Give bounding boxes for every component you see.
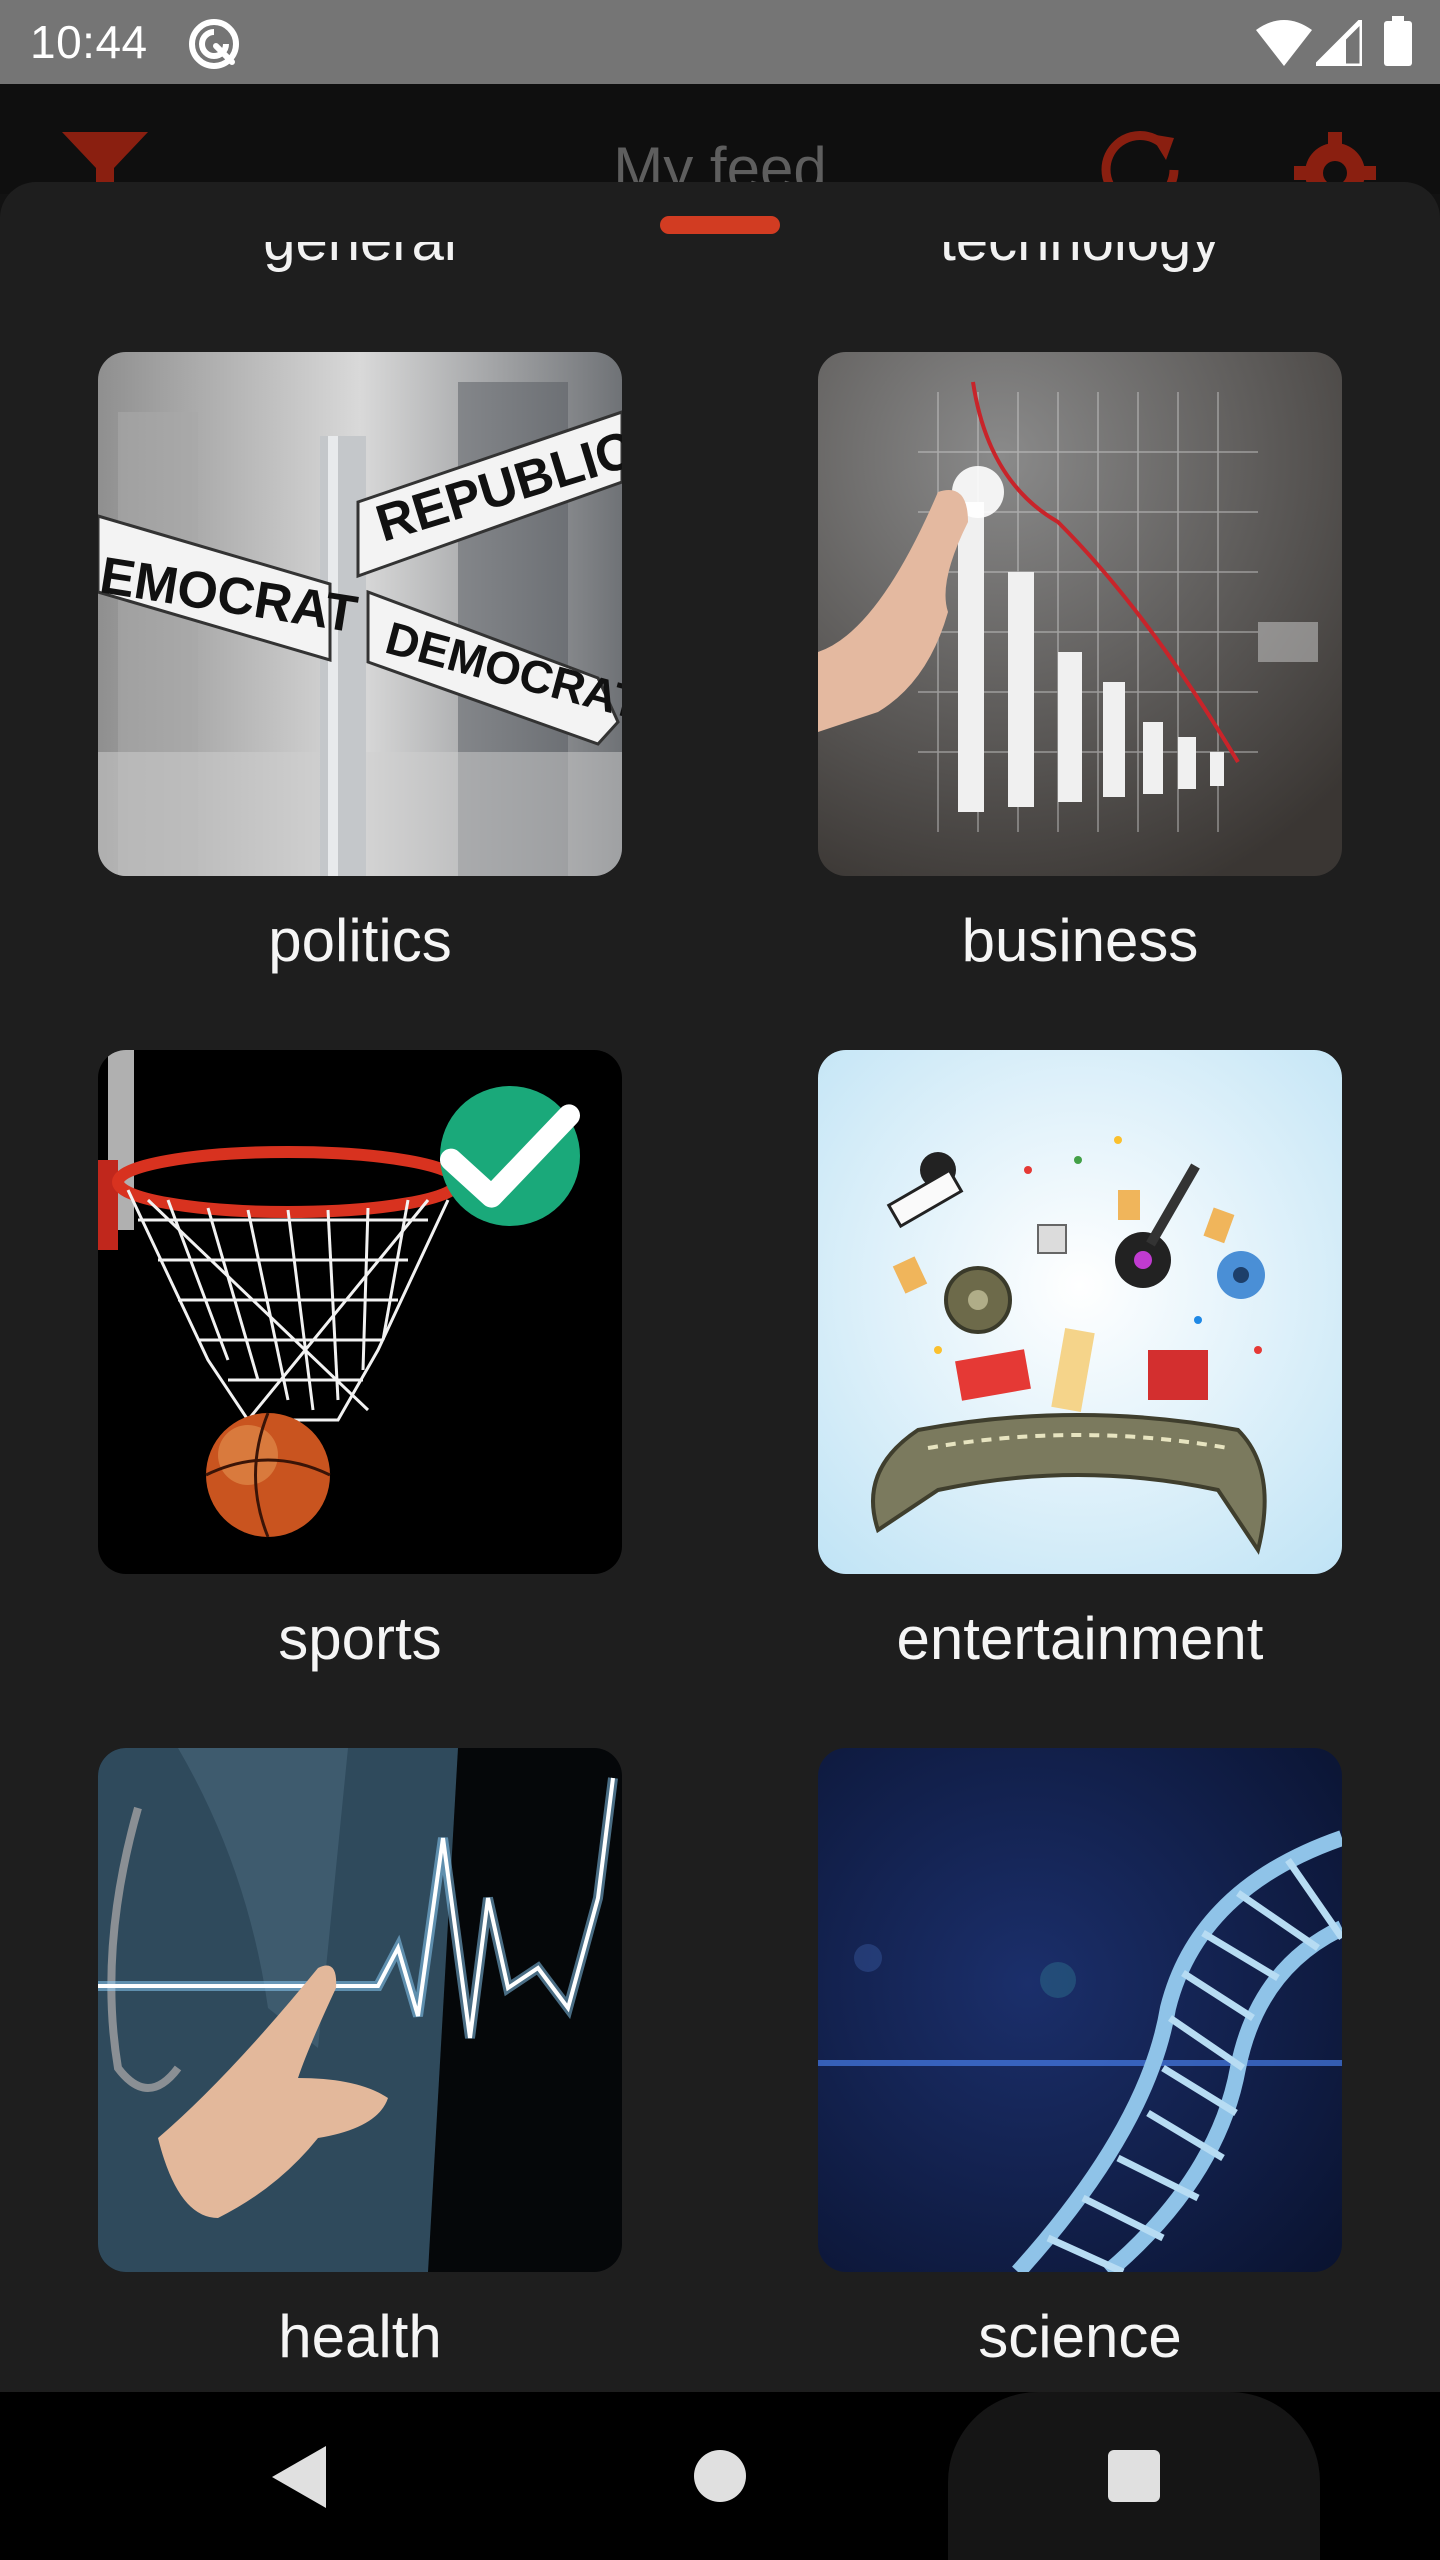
card-label: politics — [268, 907, 452, 974]
sync-icon — [189, 19, 239, 69]
back-icon[interactable] — [268, 2444, 328, 2510]
science-image — [818, 1748, 1342, 2272]
card-label: health — [278, 2303, 442, 2370]
card-label: business — [961, 907, 1199, 974]
category-card-science[interactable]: science — [818, 1748, 1342, 2372]
home-icon[interactable] — [694, 2450, 746, 2502]
recents-icon[interactable] — [1108, 2450, 1160, 2502]
card-label: general — [98, 242, 622, 276]
app-bar: My feed — [0, 84, 1440, 214]
status-time: 10:44 — [30, 16, 148, 68]
battery-icon — [1384, 16, 1412, 66]
signal-icon — [1316, 20, 1362, 66]
category-card-entertainment[interactable]: entertainment — [818, 1050, 1342, 1674]
selected-check-badge — [440, 1086, 580, 1226]
business-image — [818, 352, 1342, 876]
card-label: entertainment — [896, 1605, 1264, 1672]
entertainment-image — [818, 1050, 1342, 1574]
status-bar: 10:44 — [0, 0, 1440, 84]
topics-bottom-sheet: general technology REPUB — [0, 182, 1440, 2392]
clipped-previous-row: general technology — [0, 242, 1440, 282]
card-label: technology — [818, 242, 1342, 276]
check-icon — [440, 1104, 580, 1208]
system-nav-bar — [0, 2392, 1440, 2560]
category-card-business[interactable]: business — [818, 352, 1342, 976]
category-card-sports[interactable]: sports — [98, 1050, 622, 1674]
sports-image — [98, 1050, 622, 1574]
politics-image: REPUBLICA EMOCRAT DEMOCRAT — [98, 352, 622, 876]
card-label: sports — [278, 1605, 442, 1672]
drag-handle[interactable] — [660, 216, 780, 234]
wifi-icon — [1256, 20, 1312, 66]
category-card-politics[interactable]: REPUBLICA EMOCRAT DEMOCRAT politics — [98, 352, 622, 976]
health-image — [98, 1748, 622, 2272]
category-card-health[interactable]: health — [98, 1748, 622, 2372]
card-label: science — [978, 2303, 1182, 2370]
